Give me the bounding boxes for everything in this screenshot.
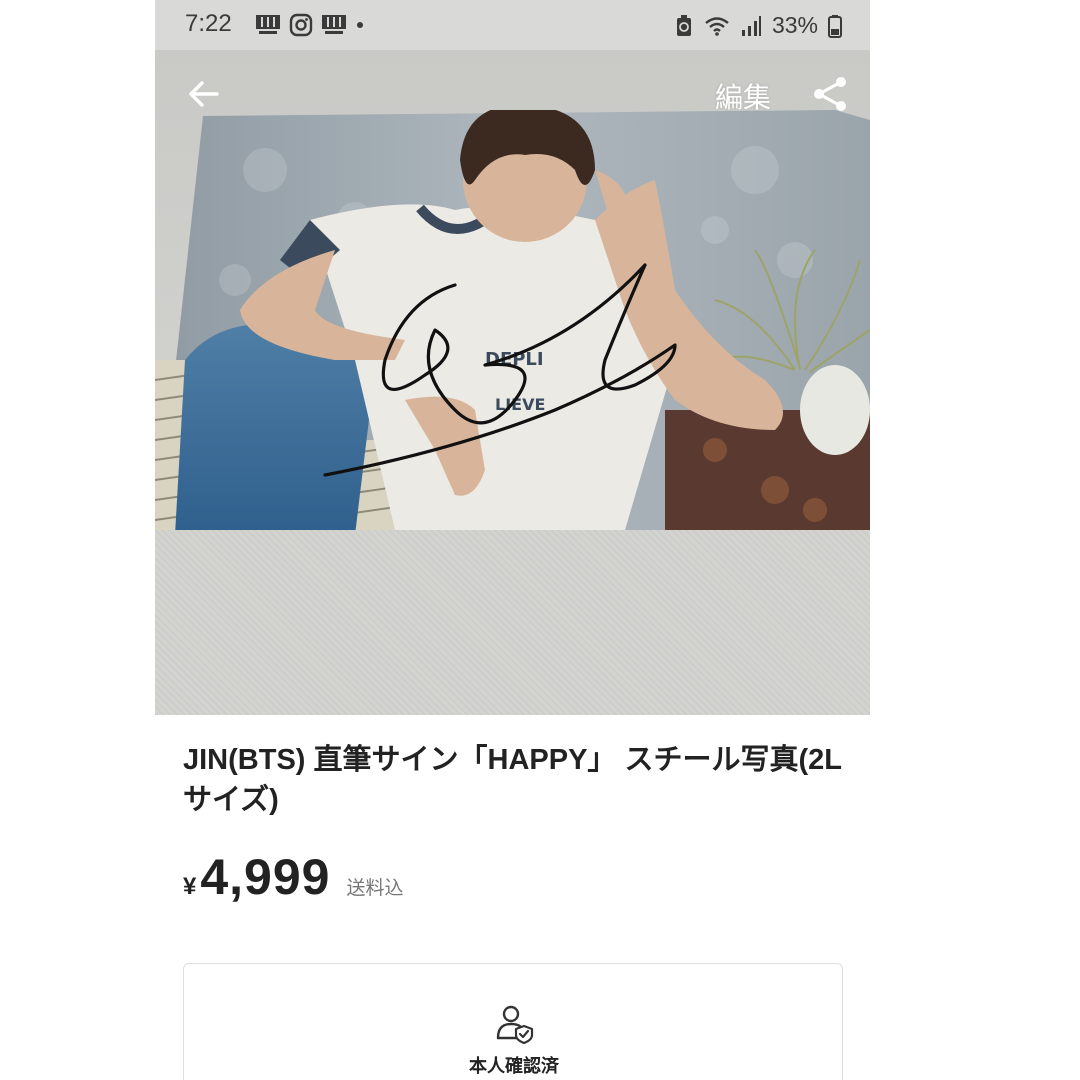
app-header: 編集 [155,50,870,140]
dot-icon [357,22,363,28]
shipping-label: 送料込 [346,877,404,899]
system-icons: 33% [674,12,842,39]
app-screen: 7:22 33% DEPLI LIEVE 編集 JIN(BTS) 直筆サイン「H… [155,0,870,1080]
verification-label: 本人確認済 [469,1056,559,1077]
rakuma-icon [322,15,346,34]
product-image[interactable]: DEPLI LIEVE [155,50,870,715]
status-time: 7:22 [185,10,232,37]
instagram-icon [289,13,313,37]
battery-percent: 33% [771,12,818,38]
currency-symbol: ¥ [183,873,197,900]
wifi-icon [705,16,729,36]
status-bar: 7:22 33% [155,0,870,50]
arrow-left-icon [189,81,219,107]
battery-saver-icon [676,14,691,36]
price-value: 4,999 [200,849,331,905]
back-button[interactable] [183,74,223,114]
table-surface [155,530,870,715]
price-row: ¥ 4,999 送料込 [183,848,404,906]
share-icon [814,77,846,111]
battery-icon [828,14,842,38]
signed-photo: DEPLI LIEVE [155,110,870,535]
notification-icons [255,13,365,37]
item-title: JIN(BTS) 直筆サイン「HAPPY」 スチール写真(2Lサイズ) [183,744,842,816]
share-button[interactable] [810,74,850,114]
signal-icon [741,15,761,36]
verification-card[interactable]: 本人確認済 [183,963,843,1080]
user-shield-icon [496,1005,534,1044]
svg-text:LIEVE: LIEVE [495,395,545,414]
rakuma-icon [256,15,280,34]
edit-button[interactable]: 編集 [715,76,771,116]
